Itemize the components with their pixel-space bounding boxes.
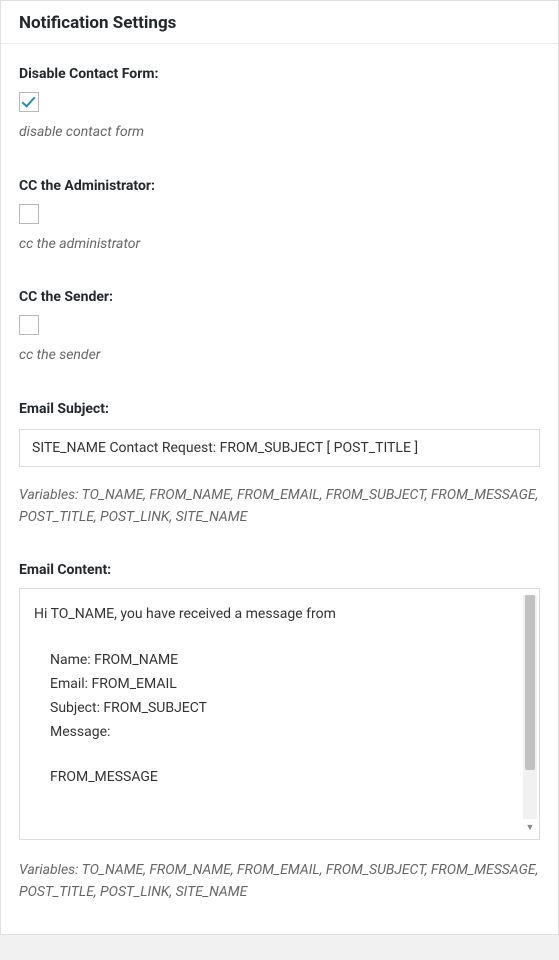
email-subject-label: Email Subject: [19, 401, 540, 417]
email-content-line: Hi TO_NAME, you have received a message … [34, 603, 511, 627]
cc-sender-label: CC the Sender: [19, 289, 540, 305]
panel-header: Notification Settings [1, 1, 558, 44]
email-content-line: Name: FROM_NAME [34, 649, 511, 673]
cc-sender-checkbox[interactable] [19, 315, 39, 335]
email-content-label: Email Content: [19, 562, 540, 578]
scrollbar-arrow-down-icon[interactable]: ▼ [523, 821, 537, 835]
email-content-textarea[interactable]: Hi TO_NAME, you have received a message … [19, 588, 540, 840]
scrollbar-track[interactable] [523, 595, 537, 819]
field-cc-sender: CC the Sender: cc the sender [19, 289, 540, 367]
disable-contact-form-checkbox[interactable] [19, 92, 39, 112]
cc-administrator-checkbox[interactable] [19, 204, 39, 224]
email-content-hint: Variables: TO_NAME, FROM_NAME, FROM_EMAI… [19, 860, 540, 903]
field-cc-administrator: CC the Administrator: cc the administrat… [19, 178, 540, 256]
email-subject-hint: Variables: TO_NAME, FROM_NAME, FROM_EMAI… [19, 485, 540, 528]
notification-settings-panel: Notification Settings Disable Contact Fo… [0, 0, 559, 935]
email-subject-input[interactable] [19, 429, 540, 467]
panel-body: Disable Contact Form: disable contact fo… [1, 44, 558, 934]
email-content-line: Email: FROM_EMAIL [34, 673, 511, 697]
scrollbar-thumb[interactable] [525, 595, 535, 770]
field-disable-contact-form: Disable Contact Form: disable contact fo… [19, 66, 540, 144]
field-email-subject: Email Subject: Variables: TO_NAME, FROM_… [19, 401, 540, 528]
panel-title: Notification Settings [19, 13, 540, 33]
email-content-line: Message: [34, 721, 511, 745]
cc-sender-hint: cc the sender [19, 345, 540, 367]
email-content-line: FROM_MESSAGE [34, 766, 511, 790]
email-content-line: Subject: FROM_SUBJECT [34, 697, 511, 721]
cc-administrator-label: CC the Administrator: [19, 178, 540, 194]
cc-administrator-hint: cc the administrator [19, 234, 540, 256]
email-content-text: Hi TO_NAME, you have received a message … [20, 589, 539, 839]
field-email-content: Email Content: Hi TO_NAME, you have rece… [19, 562, 540, 903]
disable-contact-form-hint: disable contact form [19, 122, 540, 144]
disable-contact-form-label: Disable Contact Form: [19, 66, 540, 82]
